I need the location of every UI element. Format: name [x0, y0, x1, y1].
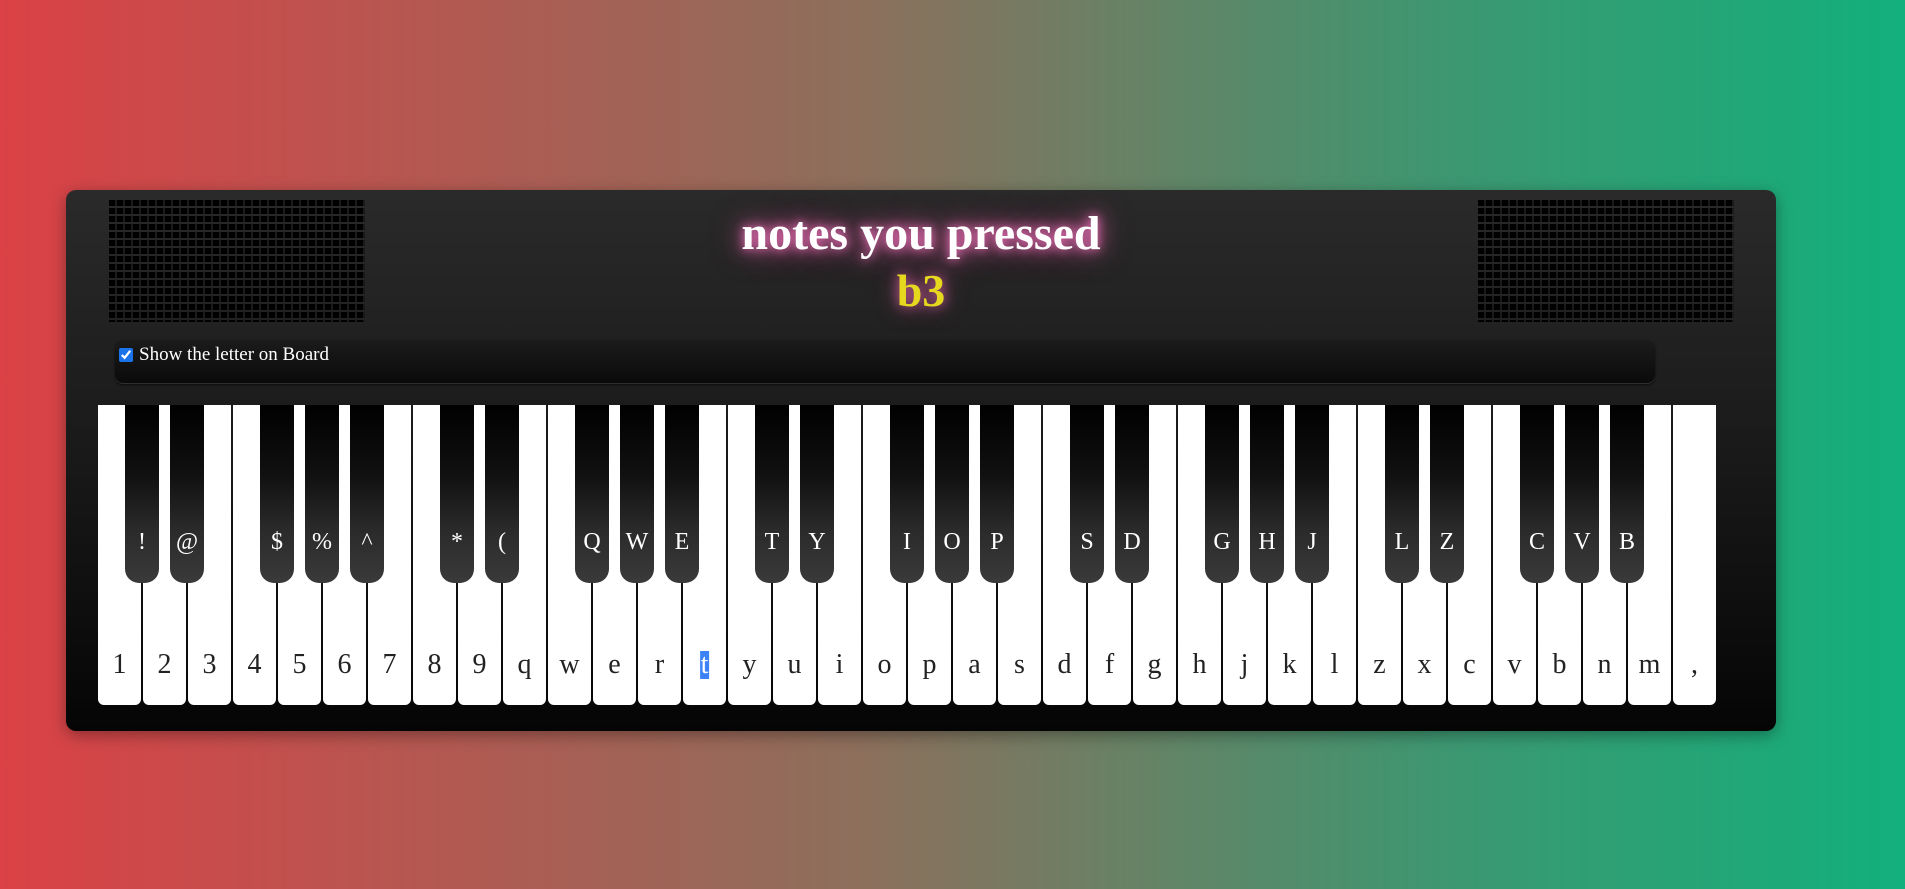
black-key[interactable]: Y	[800, 405, 834, 583]
black-key[interactable]: G	[1205, 405, 1239, 583]
black-key-label: L	[1394, 529, 1410, 555]
white-key-label: m	[1638, 649, 1661, 680]
white-key-label: 1	[112, 649, 127, 680]
black-key[interactable]: S	[1070, 405, 1104, 583]
black-key-label: (	[498, 529, 506, 555]
black-key[interactable]: P	[980, 405, 1014, 583]
black-key-label: C	[1528, 529, 1545, 555]
options-bar: Show the letter on Board	[115, 340, 1655, 384]
black-key-label: %	[312, 529, 332, 555]
white-key-label: c	[1463, 649, 1476, 680]
white-key-label: r	[654, 649, 665, 680]
white-key-label: k	[1282, 649, 1297, 680]
white-key-label: o	[877, 649, 892, 680]
black-key-label: B	[1618, 529, 1635, 555]
black-key-label: O	[943, 529, 961, 555]
white-key-label: d	[1057, 649, 1072, 680]
black-key-label: V	[1573, 529, 1591, 555]
white-key-label: 3	[202, 649, 217, 680]
black-key[interactable]: Z	[1430, 405, 1464, 583]
black-key[interactable]: @	[170, 405, 204, 583]
black-key-label: !	[138, 529, 146, 555]
white-key-label: q	[517, 649, 532, 680]
black-key[interactable]: (	[485, 405, 519, 583]
black-key-label: W	[625, 529, 649, 555]
white-key-label: z	[1373, 649, 1386, 680]
black-key-label: D	[1123, 529, 1141, 555]
black-key[interactable]: L	[1385, 405, 1419, 583]
black-key[interactable]: ^	[350, 405, 384, 583]
white-key-label: a	[968, 649, 981, 680]
black-key[interactable]: T	[755, 405, 789, 583]
current-note: b3	[896, 265, 946, 316]
black-key[interactable]: $	[260, 405, 294, 583]
show-letters-checkbox[interactable]	[119, 348, 133, 362]
white-key-label: l	[1330, 649, 1339, 680]
white-key[interactable]: ,	[1673, 405, 1716, 705]
white-key-label: v	[1507, 649, 1522, 680]
white-key-label: 9	[472, 649, 487, 680]
black-key-label: T	[764, 529, 780, 555]
black-key-label: $	[271, 529, 283, 555]
white-key-label: 6	[337, 649, 352, 680]
white-key-label: t	[699, 649, 710, 680]
white-key-label: h	[1192, 649, 1207, 680]
black-key[interactable]: H	[1250, 405, 1284, 583]
black-key-label: @	[175, 529, 199, 555]
black-key[interactable]: Q	[575, 405, 609, 583]
black-key[interactable]: E	[665, 405, 699, 583]
black-key[interactable]: V	[1565, 405, 1599, 583]
piano-body: notes you pressed b3 Show the letter on …	[66, 190, 1776, 731]
white-key-label: y	[742, 649, 757, 680]
black-key[interactable]: O	[935, 405, 969, 583]
black-key-label: I	[903, 529, 911, 555]
black-key-label: Y	[808, 529, 826, 555]
black-key[interactable]: D	[1115, 405, 1149, 583]
white-key-label: n	[1597, 649, 1612, 680]
show-letters-label: Show the letter on Board	[139, 344, 329, 365]
white-key-label: 8	[427, 649, 442, 680]
display-title: notes you pressed	[741, 207, 1101, 260]
black-key-label: H	[1258, 529, 1276, 555]
white-key-label: j	[1240, 649, 1249, 680]
black-key[interactable]: I	[890, 405, 924, 583]
black-key[interactable]: J	[1295, 405, 1329, 583]
white-key-label: x	[1417, 649, 1432, 680]
black-key-label: E	[674, 529, 690, 555]
black-key-label: Q	[583, 529, 601, 555]
black-key-label: ^	[361, 529, 373, 555]
white-key-label: f	[1104, 649, 1115, 680]
keyboard: 1 2 3 4 5 6 7 8 9 q w e r t y u i o p a s d f g h j k l z x c v b n m,! @ $%…	[98, 405, 1718, 705]
white-key-label: 7	[382, 649, 397, 680]
black-key[interactable]: B	[1610, 405, 1644, 583]
black-key-label: *	[451, 529, 463, 555]
white-key-label: ,	[1691, 649, 1698, 680]
white-key-label: 5	[292, 649, 307, 680]
black-key[interactable]: W	[620, 405, 654, 583]
black-key-label: Z	[1439, 529, 1455, 555]
white-key-label: g	[1147, 649, 1162, 680]
white-key-label: s	[1014, 649, 1025, 680]
black-key-label: P	[990, 529, 1004, 555]
black-key-label: S	[1080, 529, 1094, 555]
white-key-label: u	[787, 649, 802, 680]
white-key-label: 2	[157, 649, 172, 680]
black-key[interactable]: !	[125, 405, 159, 583]
white-key-label: b	[1552, 649, 1567, 680]
black-key[interactable]: *	[440, 405, 474, 583]
black-key-label: J	[1307, 529, 1317, 555]
white-key-label: p	[922, 649, 937, 680]
white-key-label: w	[559, 649, 580, 680]
white-key-label: e	[608, 649, 621, 680]
black-key[interactable]: %	[305, 405, 339, 583]
white-key-label: 4	[247, 649, 262, 680]
black-key-label: G	[1213, 529, 1231, 555]
black-key[interactable]: C	[1520, 405, 1554, 583]
show-letters-option[interactable]: Show the letter on Board	[119, 344, 329, 366]
white-key-label: i	[835, 649, 844, 680]
